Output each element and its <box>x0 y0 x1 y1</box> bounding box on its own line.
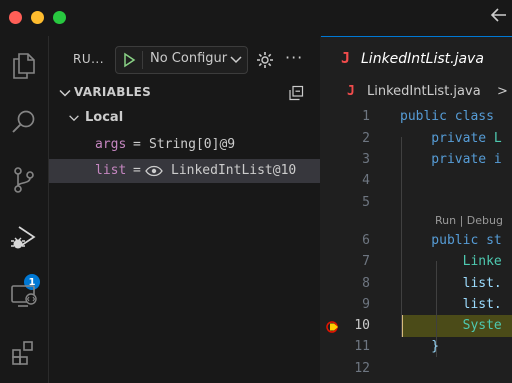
code-text: public st <box>400 233 502 248</box>
line-number[interactable]: 9 <box>362 297 370 312</box>
code-line[interactable]: 1 public class <box>321 106 512 128</box>
code-line[interactable]: 12 <box>321 358 512 380</box>
variable-name: list <box>95 163 127 178</box>
code-text: private i <box>400 152 502 167</box>
line-number[interactable]: 4 <box>362 173 370 188</box>
variables-title: VARIABLES <box>74 85 152 99</box>
scope-label: Local <box>85 110 124 125</box>
activity-bar: 1 <box>0 36 49 383</box>
code-text: } <box>400 339 440 354</box>
codelens-run-debug[interactable]: Run | Debug <box>435 214 503 227</box>
more-actions-icon[interactable]: ··· <box>285 48 303 67</box>
gear-icon[interactable] <box>255 50 275 70</box>
line-number[interactable]: 5 <box>362 195 370 210</box>
variable-row[interactable]: list = LinkedIntList@10 <box>49 159 320 183</box>
code-line[interactable]: 5 <box>321 192 512 214</box>
title-bar <box>0 0 512 36</box>
run-debug-icon[interactable] <box>6 220 42 256</box>
line-number[interactable]: 1 <box>362 109 370 124</box>
line-number[interactable]: 3 <box>362 152 370 167</box>
tab-label: LinkedIntList.java <box>361 51 484 67</box>
run-debug-sidebar: RU... No Configuration ··· VARIABLES Loc… <box>49 36 320 383</box>
breadcrumb-file[interactable]: LinkedIntList.java <box>367 84 481 99</box>
remote-explorer-icon[interactable] <box>6 278 42 314</box>
line-number[interactable]: 8 <box>362 276 370 291</box>
zoom-window-button[interactable] <box>53 11 66 24</box>
arrow-left-icon[interactable] <box>490 6 508 29</box>
editor-area: J LinkedIntList.java J LinkedIntList.jav… <box>321 36 512 383</box>
code-line[interactable]: 10 Syste <box>321 315 512 337</box>
close-window-button[interactable] <box>9 11 22 24</box>
variables-section-header[interactable]: VARIABLES <box>49 82 320 104</box>
chevron-down-icon <box>69 115 79 122</box>
minimize-window-button[interactable] <box>31 11 44 24</box>
files-icon[interactable] <box>6 48 42 84</box>
code-text: Linke <box>400 254 502 269</box>
run-view-title: RU... <box>73 52 105 66</box>
divider <box>142 51 143 69</box>
java-file-icon: J <box>341 49 351 67</box>
variable-equals: = <box>133 163 141 178</box>
code-line[interactable]: 4 <box>321 170 512 192</box>
line-number[interactable]: 10 <box>354 318 370 333</box>
line-number[interactable]: 11 <box>354 339 370 354</box>
run-debug-header: RU... No Configuration ··· <box>49 46 320 74</box>
code-text: Syste <box>400 318 502 333</box>
variable-value: LinkedIntList@10 <box>171 163 297 178</box>
line-number[interactable]: 12 <box>354 361 370 376</box>
line-number[interactable]: 7 <box>362 254 370 269</box>
chevron-down-icon[interactable] <box>228 51 244 67</box>
code-text: private L <box>400 131 502 146</box>
code-line[interactable]: 11 } <box>321 336 512 358</box>
code-line[interactable]: 7 Linke <box>321 251 512 273</box>
variable-row[interactable]: args = String[0]@9 <box>49 133 320 157</box>
code-line[interactable]: 3 private i <box>321 149 512 171</box>
variable-name: args <box>95 137 127 152</box>
collapse-all-icon[interactable] <box>288 85 304 101</box>
source-control-icon[interactable] <box>6 162 42 198</box>
launch-config-label[interactable]: No Configuration <box>150 51 228 66</box>
code-text: list. <box>400 276 502 291</box>
code-line[interactable]: 8 list. <box>321 273 512 295</box>
variable-value: String[0]@9 <box>149 137 236 152</box>
scope-local[interactable]: Local <box>49 108 320 130</box>
code-line[interactable]: 6 public st <box>321 230 512 252</box>
start-debugging-icon[interactable] <box>120 51 138 69</box>
code-text: public class <box>400 109 502 124</box>
launch-config-selector[interactable]: No Configuration <box>115 46 248 74</box>
breadcrumb: J LinkedIntList.java > <box>321 82 512 102</box>
code-line[interactable]: 9 list. <box>321 294 512 316</box>
code-line[interactable]: 2 private L <box>321 128 512 150</box>
eye-icon[interactable] <box>145 164 163 178</box>
variable-equals: = <box>133 137 141 152</box>
tab-linkedintlist[interactable]: J LinkedIntList.java <box>321 36 512 79</box>
java-file-icon: J <box>347 84 355 99</box>
code-text: list. <box>400 297 502 312</box>
breadcrumb-separator: > <box>497 84 508 99</box>
line-number[interactable]: 2 <box>362 131 370 146</box>
extensions-icon[interactable] <box>6 334 42 370</box>
line-number[interactable]: 6 <box>362 233 370 248</box>
search-icon[interactable] <box>6 104 42 140</box>
chevron-down-icon <box>59 89 71 97</box>
